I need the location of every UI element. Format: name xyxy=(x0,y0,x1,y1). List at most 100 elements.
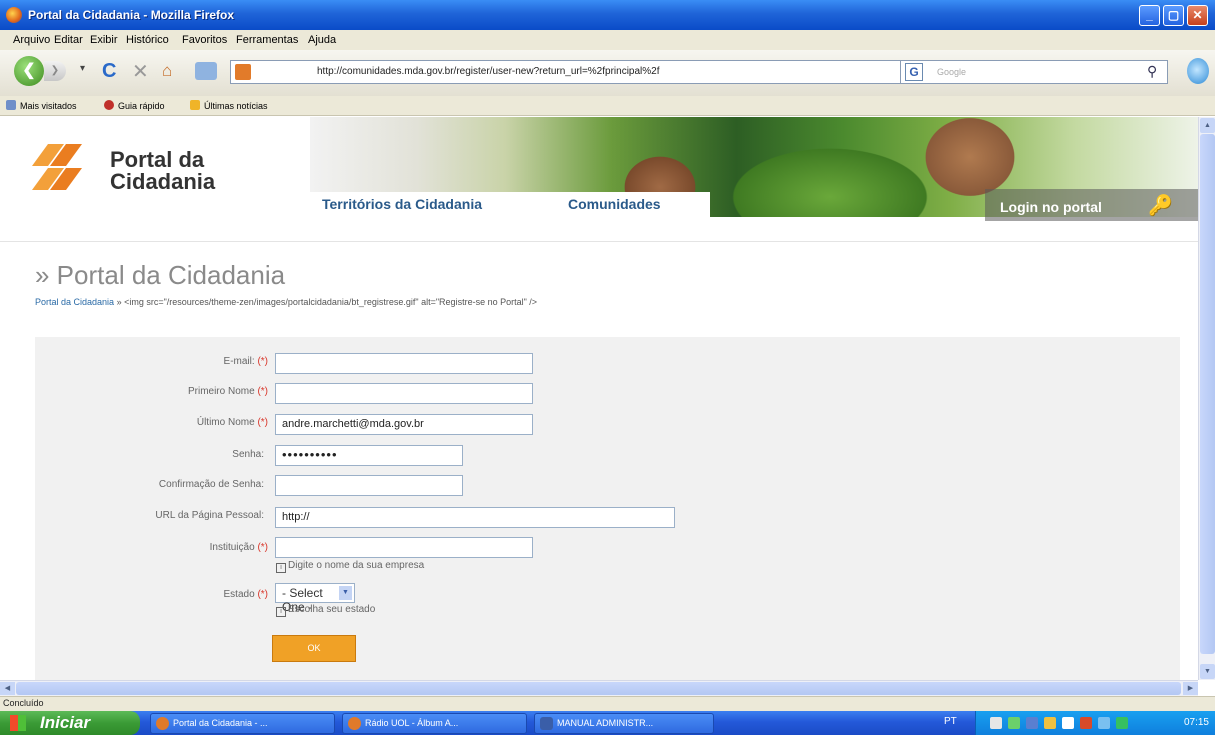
scroll-down-icon[interactable]: ▼ xyxy=(1200,664,1215,679)
last-name-field[interactable]: andre.marchetti@mda.gov.br xyxy=(275,414,533,435)
state-hint: i Escolha seu estado xyxy=(276,604,375,617)
guide-icon xyxy=(104,100,114,110)
tray-messenger-icon[interactable] xyxy=(1044,717,1056,729)
portal-logo-icon xyxy=(32,144,82,190)
first-name-label: Primeiro Nome (*) xyxy=(187,386,268,397)
reload-icon[interactable]: C xyxy=(102,60,116,83)
firefox-icon xyxy=(348,717,361,730)
header-divider xyxy=(0,241,1198,242)
tab-territorios[interactable]: Territórios da Cidadania xyxy=(322,196,482,212)
tray-update-icon[interactable] xyxy=(1098,717,1110,729)
tray-antivirus-icon[interactable] xyxy=(1026,717,1038,729)
document-icon xyxy=(540,717,553,730)
homepage-url-label: URL da Página Pessoal: xyxy=(155,510,264,521)
window-title: Portal da Cidadania - Mozilla Firefox xyxy=(28,8,235,22)
login-link[interactable]: Login no portal xyxy=(1000,199,1102,215)
site-favicon xyxy=(235,64,251,80)
email-field[interactable] xyxy=(275,353,533,374)
tray-network-icon[interactable] xyxy=(1008,717,1020,729)
menu-ajuda[interactable]: Ajuda xyxy=(308,34,336,46)
page-title: » Portal da Cidadania xyxy=(35,260,286,290)
taskbar-item-firefox[interactable]: Portal da Cidadania - ... xyxy=(150,713,335,734)
help-icon: i xyxy=(276,563,286,573)
horizontal-scrollbar[interactable]: ◀ ▶ xyxy=(0,680,1198,696)
firefox-icon xyxy=(6,7,22,23)
tab-comunidades[interactable]: Comunidades xyxy=(568,196,661,212)
state-select[interactable]: - Select One - ▼ xyxy=(275,583,355,614)
menu-favoritos[interactable]: Favoritos xyxy=(182,34,227,46)
system-tray: 07:15 xyxy=(975,711,1215,735)
menu-exibir[interactable]: Exibir xyxy=(90,34,118,46)
vertical-scroll-thumb[interactable] xyxy=(1200,134,1215,654)
page-content: Portal da Cidadania Territórios da Cidad… xyxy=(0,117,1198,680)
menu-editar[interactable]: Editar xyxy=(54,34,83,46)
windows-taskbar: Iniciar Portal da Cidadania - ... Rádio … xyxy=(0,711,1215,735)
site-header: Portal da Cidadania Territórios da Cidad… xyxy=(0,117,1198,222)
tray-status-icon[interactable] xyxy=(1116,717,1128,729)
help-icon: i xyxy=(276,607,286,617)
confirm-password-label: Confirmação de Senha: xyxy=(158,479,264,490)
menu-ferramentas[interactable]: Ferramentas xyxy=(236,34,298,46)
institution-hint: i Digite o nome da sua empresa xyxy=(276,560,424,573)
back-button[interactable]: ❮ xyxy=(14,56,44,86)
breadcrumb-rest: » <img src="/resources/theme-zen/images/… xyxy=(114,297,538,307)
url-text[interactable]: http://comunidades.mda.gov.br/register/u… xyxy=(317,66,660,77)
bookmark-mais-visitados[interactable]: Mais visitados xyxy=(6,100,77,111)
close-button[interactable]: ✕ xyxy=(1187,5,1208,26)
tray-app-icon[interactable] xyxy=(990,717,1002,729)
password-label: Senha: xyxy=(232,449,264,460)
tray-security-icon[interactable] xyxy=(1080,717,1092,729)
state-label: Estado (*) xyxy=(223,589,268,600)
taskbar-item-radio[interactable]: Rádio UOL - Álbum A... xyxy=(342,713,527,734)
menu-arquivo[interactable]: Arquivo xyxy=(13,34,50,46)
start-button[interactable]: Iniciar xyxy=(0,711,140,735)
search-box[interactable]: G Google ⚲ xyxy=(900,60,1168,84)
maximize-button[interactable]: ▢ xyxy=(1163,5,1184,26)
minimize-button[interactable]: _ xyxy=(1139,5,1160,26)
last-name-label: Último Nome (*) xyxy=(196,417,268,428)
status-text: Concluído xyxy=(3,698,44,708)
password-field[interactable]: •••••••••• xyxy=(275,445,463,466)
ok-button[interactable]: OK xyxy=(272,635,356,662)
menu-bar: Arquivo Editar Exibir Histórico Favorito… xyxy=(0,30,1215,50)
scroll-left-icon[interactable]: ◀ xyxy=(0,682,15,695)
tray-volume-icon[interactable] xyxy=(1062,717,1074,729)
firefox-icon xyxy=(156,717,169,730)
site-logo-text[interactable]: Portal da Cidadania xyxy=(110,149,215,193)
confirm-password-field[interactable] xyxy=(275,475,463,496)
windows-logo-icon xyxy=(10,715,26,731)
home-icon[interactable]: ⌂ xyxy=(162,61,172,81)
institution-label: Instituição (*) xyxy=(209,542,268,553)
status-bar: Concluído xyxy=(0,696,1215,711)
addon-globe-icon[interactable] xyxy=(1187,58,1209,84)
vertical-scrollbar[interactable]: ▲ ▼ xyxy=(1198,117,1215,680)
scroll-up-icon[interactable]: ▲ xyxy=(1200,118,1215,133)
menu-historico[interactable]: Histórico xyxy=(126,34,169,46)
chevron-down-icon[interactable]: ▼ xyxy=(339,586,352,600)
first-name-field[interactable] xyxy=(275,383,533,404)
scroll-right-icon[interactable]: ▶ xyxy=(1183,682,1198,695)
search-placeholder: Google xyxy=(937,67,967,77)
folder-icon xyxy=(6,100,16,110)
google-engine-icon[interactable]: G xyxy=(905,63,923,81)
bookmark-ultimas-noticias[interactable]: Últimas notícias xyxy=(190,100,268,111)
forward-button[interactable]: ❯ xyxy=(44,61,66,81)
stop-icon[interactable]: ✕ xyxy=(132,59,149,84)
history-dropdown-icon[interactable]: ▾ xyxy=(80,63,85,74)
horizontal-scroll-thumb[interactable] xyxy=(16,682,1181,695)
homepage-url-field[interactable]: http:// xyxy=(275,507,675,528)
institution-field[interactable] xyxy=(275,537,533,558)
email-label: E-mail: (*) xyxy=(223,356,268,367)
language-indicator[interactable]: PT xyxy=(944,716,957,727)
window-titlebar: Portal da Cidadania - Mozilla Firefox _ … xyxy=(0,0,1215,30)
bookmarks-toolbar: Mais visitados Guia rápido Últimas notíc… xyxy=(0,96,1215,116)
taskbar-item-manual[interactable]: MANUAL ADMINISTR... xyxy=(534,713,714,734)
search-icon[interactable]: ⚲ xyxy=(1147,63,1157,80)
bookmark-toolbar-icon[interactable] xyxy=(195,62,217,80)
breadcrumb: Portal da Cidadania » <img src="/resourc… xyxy=(35,297,537,307)
clock: 07:15 xyxy=(1183,717,1209,728)
key-icon[interactable]: 🔑 xyxy=(1148,193,1173,218)
bookmark-guia-rapido[interactable]: Guia rápido xyxy=(104,100,165,111)
breadcrumb-home-link[interactable]: Portal da Cidadania xyxy=(35,297,114,307)
rss-icon xyxy=(190,100,200,110)
